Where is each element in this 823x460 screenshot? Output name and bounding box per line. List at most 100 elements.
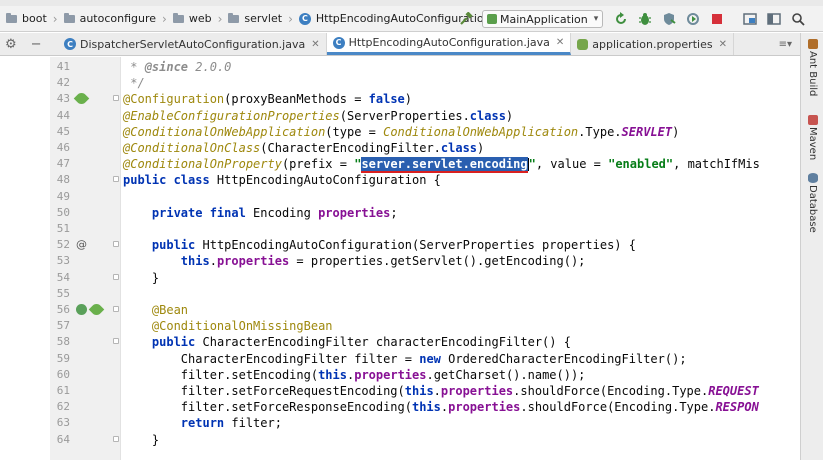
- breadcrumb-separator: ›: [217, 11, 223, 26]
- tool-window-database[interactable]: Database: [801, 173, 823, 233]
- breadcrumb-separator: ›: [52, 11, 58, 26]
- code-line: 63 return filter;: [0, 415, 800, 431]
- code-line: 46 @ConditionalOnClass(CharacterEncodingF…: [0, 140, 800, 156]
- line-number: 47: [56, 157, 70, 171]
- ant-icon: [807, 39, 818, 49]
- fold-marker-icon[interactable]: [113, 95, 119, 102]
- code-line: 48 public class HttpEncodingAutoConfigura…: [0, 172, 800, 188]
- code-line: 58 public CharacterEncodingFilter charac…: [0, 334, 800, 350]
- breadcrumb-servlet[interactable]: servlet: [226, 6, 284, 31]
- line-number: 42: [56, 76, 70, 90]
- code-text: private final Encoding properties;: [151, 205, 398, 220]
- code-line: 52 @ public HttpEncodingAutoConfiguration…: [0, 237, 800, 253]
- code-line: 41 * @since 2.0.0: [0, 59, 800, 75]
- autowired-at-icon[interactable]: @: [76, 238, 87, 251]
- line-number: 60: [56, 367, 70, 381]
- tab-application-properties[interactable]: application.properties ✕: [571, 33, 734, 55]
- spring-leaf-icon[interactable]: [73, 91, 90, 107]
- fold-marker-icon[interactable]: [113, 241, 119, 248]
- chevron-down-icon: ▾: [593, 14, 599, 24]
- search-icon[interactable]: [789, 10, 807, 28]
- right-tool-strip: Ant Build Maven Database: [800, 33, 823, 460]
- line-number: 58: [56, 335, 70, 349]
- code-line: 60 filter.setEncoding(this.properties.ge…: [0, 367, 800, 383]
- breadcrumb: boot › autoconfigure › web › servlet › C…: [0, 6, 493, 31]
- tool-window-maven[interactable]: Maven: [801, 115, 823, 160]
- code-text: * @since 2.0.0: [130, 60, 232, 74]
- tab-http-encoding[interactable]: C HttpEncodingAutoConfiguration.java ✕: [326, 33, 572, 55]
- folder-icon: [172, 12, 184, 23]
- line-number: 56: [56, 303, 70, 316]
- code-line: 61 filter.setForceRequestEncoding(this.p…: [0, 383, 800, 399]
- line-number: 43: [56, 92, 70, 106]
- line-number: 51: [56, 222, 70, 235]
- line-number: 48: [56, 173, 70, 187]
- code-line: 59 CharacterEncodingFilter filter = new …: [0, 351, 800, 367]
- code-line: 56 @Bean: [0, 301, 800, 318]
- minimize-icon[interactable]: −: [31, 37, 42, 52]
- code-text: }: [123, 270, 160, 285]
- code-text: @Configuration(proxyBeanMethods = false): [123, 92, 413, 107]
- line-number: 53: [56, 254, 70, 268]
- line-number: 44: [56, 108, 70, 122]
- tool-window-ant-build[interactable]: Ant Build: [801, 39, 823, 96]
- code-line: 50 private final Encoding properties;: [0, 205, 800, 221]
- code-text: public class HttpEncodingAutoConfigurati…: [123, 173, 441, 188]
- layout-icon[interactable]: [765, 10, 783, 28]
- fold-marker-icon[interactable]: [113, 306, 119, 312]
- code-line: 55: [0, 286, 800, 302]
- spring-bean-icon[interactable]: [76, 304, 87, 315]
- code-text: @ConditionalOnProperty(prefix = "server.…: [123, 157, 760, 174]
- close-icon[interactable]: ✕: [556, 37, 564, 48]
- folder-icon: [228, 12, 240, 23]
- code-text: public HttpEncodingAutoConfiguration(Ser…: [151, 238, 636, 253]
- debug-bug-icon[interactable]: [636, 10, 654, 28]
- code-line: 64 }: [0, 432, 800, 448]
- line-number: 41: [56, 60, 70, 73]
- tab-list-menu[interactable]: ≡ ▾: [771, 33, 800, 55]
- code-line: 42 */: [0, 75, 800, 91]
- code-line: 47 @ConditionalOnProperty(prefix = "serve…: [0, 156, 800, 174]
- line-number: 64: [56, 432, 70, 446]
- fold-marker-icon[interactable]: [113, 435, 119, 442]
- spring-leaf-icon[interactable]: [88, 301, 105, 318]
- code-line: 53 this.properties = properties.getServl…: [0, 253, 800, 269]
- maven-icon: [807, 115, 818, 125]
- close-icon[interactable]: ✕: [719, 39, 727, 50]
- gutter-markers: @: [76, 238, 91, 251]
- application-icon: [487, 14, 497, 24]
- run-with-profiler-icon[interactable]: [684, 10, 702, 28]
- code-line: 43 @Configuration(proxyBeanMethods = fals…: [0, 91, 800, 107]
- code-line: 45 @ConditionalOnWebApplication(type = Co…: [0, 124, 800, 140]
- code-line: 44 @EnableConfigurationProperties(ServerP…: [0, 108, 800, 124]
- code-line: 57 @ConditionalOnMissingBean: [0, 318, 800, 334]
- build-hammer-icon[interactable]: [457, 10, 475, 28]
- breadcrumb-autoconfigure[interactable]: autoconfigure: [62, 6, 158, 31]
- run-configuration-select[interactable]: MainApplication ▾: [482, 10, 604, 28]
- stop-icon[interactable]: [708, 10, 726, 28]
- code-text: @Bean: [151, 303, 189, 317]
- breadcrumb-web[interactable]: web: [171, 6, 214, 31]
- fold-marker-icon[interactable]: [113, 273, 119, 280]
- close-icon[interactable]: ✕: [311, 39, 319, 50]
- fold-marker-icon[interactable]: [113, 176, 119, 183]
- tab-dispatcher-servlet[interactable]: C DispatcherServletAutoConfiguration.jav…: [58, 33, 327, 55]
- main-toolbar: MainApplication ▾: [454, 6, 810, 32]
- gear-icon[interactable]: ⚙: [5, 37, 17, 52]
- line-number: 57: [56, 319, 70, 333]
- line-number: 61: [56, 384, 70, 397]
- breadcrumb-boot[interactable]: boot: [4, 6, 49, 31]
- project-structure-icon[interactable]: [741, 10, 759, 28]
- rerun-icon[interactable]: [612, 10, 630, 28]
- coverage-icon[interactable]: [660, 10, 678, 28]
- code-text: @ConditionalOnMissingBean: [151, 319, 333, 334]
- class-icon: C: [64, 38, 76, 50]
- fold-marker-icon[interactable]: [113, 338, 119, 345]
- gutter-markers: [76, 301, 106, 318]
- tab-bar-settings: ⚙ −: [0, 33, 58, 55]
- code-text: filter.setEncoding(this.properties.getCh…: [123, 367, 586, 382]
- code-text: this.properties = properties.getServlet(…: [180, 254, 586, 269]
- code-editor[interactable]: 41 * @since 2.0.0 42 */43 @Configuration(p…: [0, 57, 800, 460]
- breadcrumb-separator: ›: [288, 11, 293, 26]
- code-text: @ConditionalOnWebApplication(type = Cond…: [123, 124, 680, 139]
